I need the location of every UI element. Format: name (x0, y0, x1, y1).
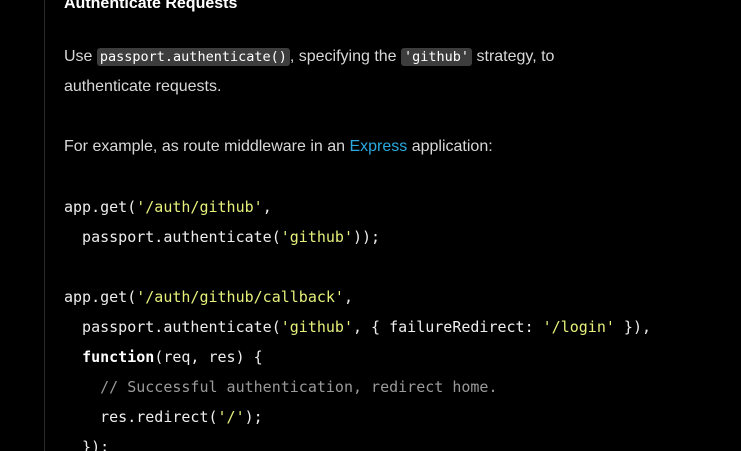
code-block: app.get('/auth/github', passport.authent… (64, 192, 651, 451)
code-token: res.redirect( (64, 408, 218, 426)
intro-text-3: strategy, to (472, 48, 555, 65)
inline-code-authenticate: passport.authenticate() (96, 48, 290, 66)
code-token: passport.authenticate( (64, 228, 281, 246)
code-string: '/' (217, 408, 245, 426)
intro-text-1: Use (64, 48, 97, 65)
express-link[interactable]: Express (349, 138, 407, 155)
inline-code-github: 'github' (401, 48, 473, 66)
code-token: app.get( (64, 288, 137, 306)
example-text-1: For example, as route middleware in an (64, 138, 350, 155)
code-token: ); (244, 408, 263, 426)
code-string: '/auth/github/callback' (136, 288, 344, 306)
docs-page: Authenticate Requests Use passport.authe… (0, 0, 741, 451)
example-text-2: application: (407, 138, 493, 155)
code-string: '/auth/github' (136, 198, 263, 216)
code-keyword: function (82, 348, 155, 366)
code-line-8: res.redirect('/'); (64, 402, 651, 432)
code-line-1: app.get('/auth/github', (64, 192, 651, 222)
code-string: 'github' (280, 318, 353, 336)
code-line-6: function(req, res) { (64, 342, 651, 372)
code-token: }), (614, 318, 652, 336)
intro-paragraph: Use passport.authenticate(), specifying … (64, 42, 554, 102)
content-left-border (44, 0, 45, 451)
intro-text-4: authenticate requests. (64, 78, 222, 95)
section-heading: Authenticate Requests (64, 0, 238, 12)
code-token: app.get( (64, 198, 137, 216)
code-token: , (343, 288, 353, 306)
code-line-7: // Successful authentication, redirect h… (64, 378, 498, 396)
code-string: '/login' (542, 318, 615, 336)
code-line-9: }); (64, 438, 110, 451)
example-paragraph: For example, as route middleware in an E… (64, 132, 493, 162)
code-token: passport.authenticate( (64, 318, 281, 336)
code-token: )); (353, 228, 381, 246)
code-token: , (262, 198, 272, 216)
intro-text-2: , specifying the (289, 48, 402, 65)
code-line-2: passport.authenticate('github')); (64, 222, 651, 252)
code-line-5: passport.authenticate('github', { failur… (64, 312, 651, 342)
code-string: 'github' (280, 228, 353, 246)
code-line-4: app.get('/auth/github/callback', (64, 282, 651, 312)
code-token: (req, res) { (154, 348, 263, 366)
code-token: , { failureRedirect: (353, 318, 543, 336)
